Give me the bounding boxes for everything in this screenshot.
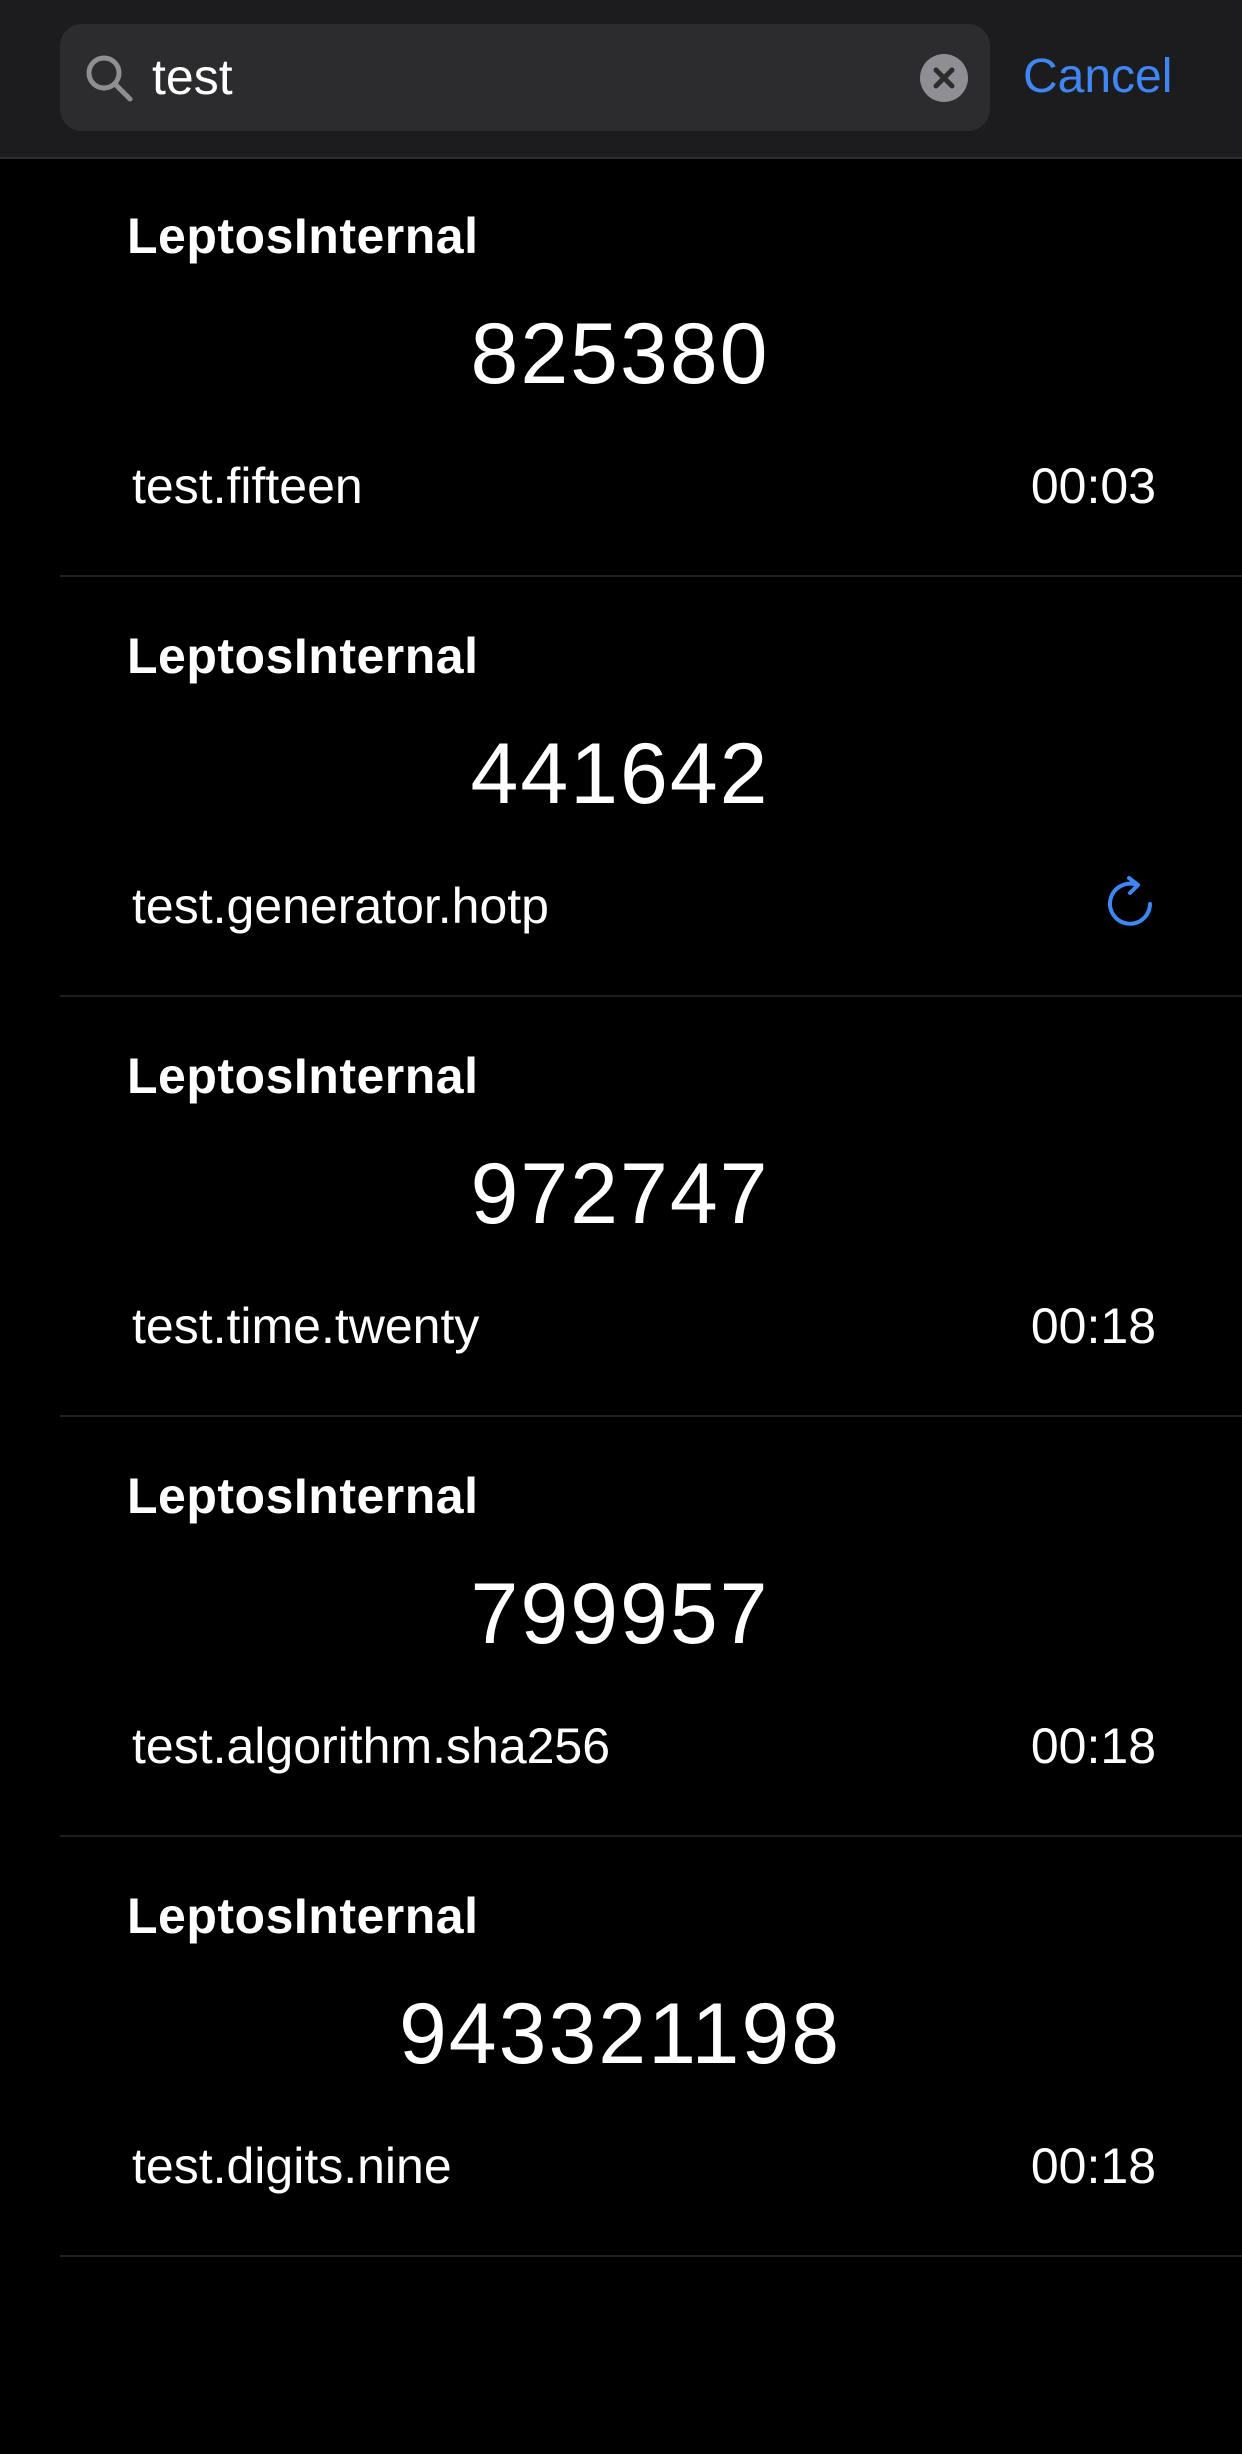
search-input[interactable] [152, 24, 952, 131]
timer-label: 00:03 [1030, 458, 1156, 514]
list-item[interactable]: LeptosInternal 972747 test.time.twenty 0… [60, 997, 1242, 1417]
otp-code[interactable]: 943321198 [60, 1985, 1180, 2084]
account-label: test.algorithm.sha256 [132, 1718, 611, 1774]
otp-code[interactable]: 972747 [60, 1145, 1180, 1244]
otp-code[interactable]: 441642 [60, 725, 1180, 824]
issuer-label: LeptosInternal [127, 1468, 479, 1524]
list-item[interactable]: LeptosInternal 943321198 test.digits.nin… [60, 1837, 1242, 2257]
otp-code[interactable]: 799957 [60, 1565, 1180, 1664]
list-item[interactable]: LeptosInternal 825380 test.fifteen 00:03 [60, 157, 1242, 577]
timer-label: 00:18 [1030, 1298, 1156, 1354]
results-list: LeptosInternal 825380 test.fifteen 00:03… [60, 157, 1242, 2257]
timer-label: 00:18 [1030, 1718, 1156, 1774]
otp-code[interactable]: 825380 [60, 305, 1180, 404]
account-label: test.fifteen [132, 458, 363, 514]
list-item[interactable]: LeptosInternal 799957 test.algorithm.sha… [60, 1417, 1242, 1837]
account-label: test.digits.nine [132, 2138, 452, 2194]
clear-icon[interactable] [920, 54, 968, 102]
account-label: test.generator.hotp [132, 878, 549, 934]
search-field[interactable] [60, 24, 990, 131]
refresh-button[interactable] [1100, 874, 1160, 934]
issuer-label: LeptosInternal [127, 208, 479, 264]
issuer-label: LeptosInternal [127, 1048, 479, 1104]
list-item[interactable]: LeptosInternal 441642 test.generator.hot… [60, 577, 1242, 997]
timer-label: 00:18 [1030, 2138, 1156, 2194]
refresh-icon [1108, 876, 1152, 926]
cancel-button[interactable]: Cancel [1023, 42, 1172, 112]
issuer-label: LeptosInternal [127, 628, 479, 684]
issuer-label: LeptosInternal [127, 1888, 479, 1944]
account-label: test.time.twenty [132, 1298, 480, 1354]
search-icon [86, 55, 133, 102]
search-bar-area: Cancel [0, 0, 1242, 159]
